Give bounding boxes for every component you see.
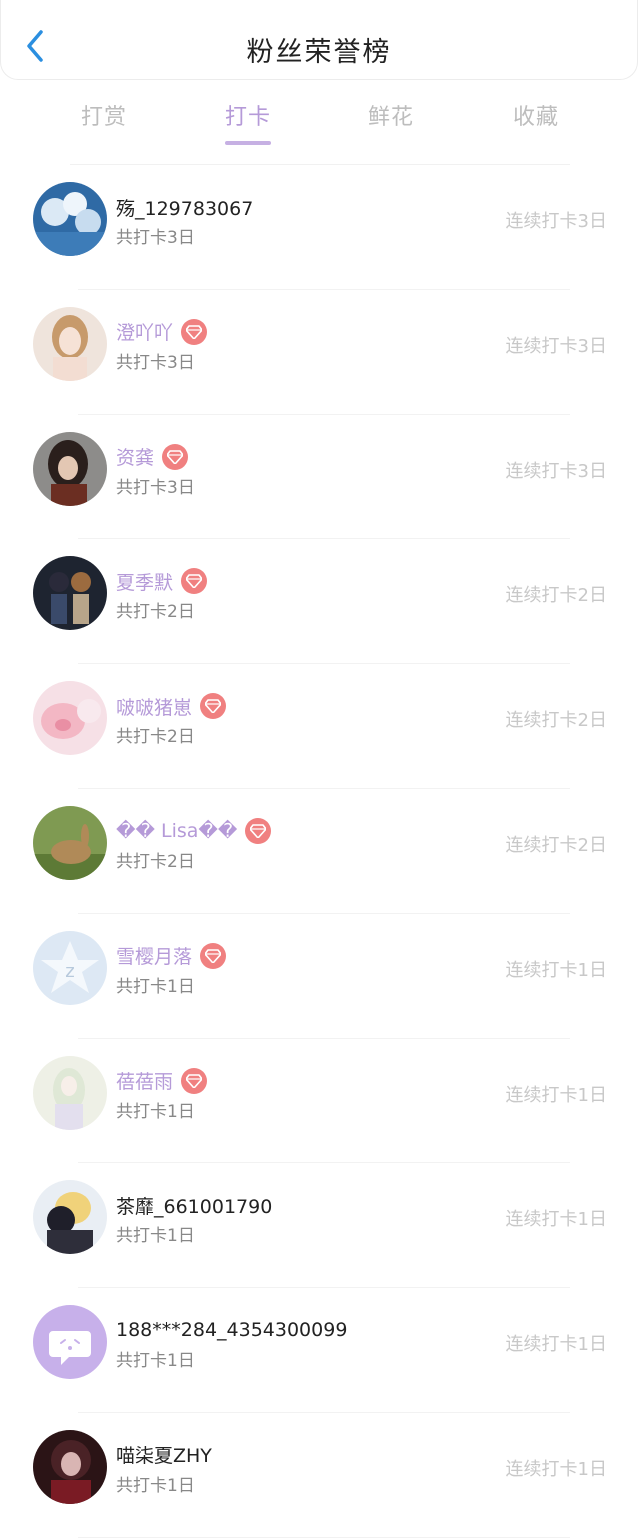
total-checkins: 共打卡3日 — [116, 477, 195, 498]
fan-name: 喵柒夏ZHY — [116, 1445, 212, 1468]
fan-name-line: 188***284_4354300099 — [116, 1316, 347, 1344]
avatar[interactable] — [33, 1055, 107, 1130]
tab-checkin[interactable]: 打卡 — [198, 99, 298, 145]
avatar[interactable] — [33, 805, 107, 880]
total-checkins: 共打卡1日 — [116, 1475, 195, 1496]
avatar-image — [33, 1429, 107, 1504]
fan-name-line: 夏季默 — [116, 567, 208, 595]
fan-row[interactable]: 188***284_4354300099 共打卡1日 连续打卡1日 — [0, 1288, 640, 1413]
total-checkins: 共打卡1日 — [116, 976, 195, 997]
streak-checkins: 连续打卡3日 — [505, 460, 607, 482]
fan-name: 啵啵猪崽 — [116, 696, 193, 719]
total-checkins: 共打卡2日 — [116, 602, 195, 623]
avatar-image: z — [33, 930, 107, 1005]
fan-name: 夏季默 — [116, 571, 174, 594]
total-checkins: 共打卡1日 — [116, 1101, 195, 1122]
avatar-image — [33, 1180, 107, 1255]
tab-reward-label: 打赏 — [80, 105, 127, 130]
streak-checkins: 连续打卡1日 — [505, 1084, 607, 1106]
header-bar: 粉丝荣誉榜 — [0, 0, 638, 80]
diamond-icon — [181, 568, 208, 595]
fan-name: 资龚 — [116, 447, 155, 470]
streak-checkins: 连续打卡2日 — [505, 710, 607, 732]
tab-flowers[interactable]: 鲜花 — [341, 99, 441, 131]
svg-text:z: z — [65, 961, 74, 982]
avatar-image — [33, 556, 107, 631]
avatar-image — [33, 1055, 107, 1130]
tab-active-underline — [225, 141, 271, 145]
streak-checkins: 连续打卡3日 — [505, 335, 607, 357]
fan-row[interactable]: z 雪樱月落共打卡1日 连续打卡1日 — [0, 914, 640, 1039]
diamond-icon — [162, 443, 189, 470]
avatar[interactable] — [33, 556, 107, 631]
total-checkins: 共打卡1日 — [116, 1351, 195, 1372]
fan-name-line: 资龚 — [116, 443, 189, 471]
avatar[interactable] — [33, 431, 107, 506]
avatar[interactable] — [33, 681, 107, 756]
diamond-icon — [200, 942, 227, 969]
diamond-icon — [181, 318, 208, 345]
diamond-icon — [245, 817, 272, 844]
avatar-image — [33, 1305, 107, 1380]
streak-checkins: 连续打卡3日 — [505, 211, 607, 232]
fan-name-line: 殇_129783067 — [116, 193, 253, 221]
fan-name: 茶靡_661001790 — [116, 1195, 273, 1218]
avatar[interactable] — [33, 182, 107, 256]
streak-checkins: 连续打卡1日 — [505, 1334, 607, 1356]
avatar-image — [33, 306, 107, 381]
streak-checkins: 连续打卡1日 — [505, 1209, 607, 1231]
fan-name-line: 澄吖吖 — [116, 318, 208, 346]
streak-checkins: 连续打卡1日 — [505, 1458, 607, 1480]
fan-name-line: 喵柒夏ZHY — [116, 1441, 212, 1469]
fan-row[interactable]: 澄吖吖共打卡3日 连续打卡3日 — [0, 290, 640, 415]
avatar[interactable] — [33, 1429, 107, 1504]
fan-row[interactable]: 蓓蓓雨共打卡1日 连续打卡1日 — [0, 1039, 640, 1164]
tab-reward[interactable]: 打赏 — [54, 99, 154, 131]
total-checkins: 共打卡2日 — [116, 851, 195, 872]
total-checkins: 共打卡3日 — [116, 352, 195, 373]
fan-name: 蓓蓓雨 — [116, 1071, 174, 1094]
fan-row[interactable]: 茶靡_661001790 共打卡1日 连续打卡1日 — [0, 1163, 640, 1289]
fan-list: 殇_129783067 共打卡3日 连续打卡3日 澄吖吖 共打卡3日 连续打卡3日 资龚 共打… — [0, 165, 640, 1538]
fan-name: 澄吖吖 — [116, 322, 174, 345]
diamond-icon — [200, 693, 227, 720]
fan-name-line: 蓓蓓雨 — [116, 1067, 208, 1095]
tab-bar: 打赏 打卡 鲜花 收藏 — [0, 95, 640, 151]
fan-name: 殇_129783067 — [116, 197, 254, 220]
tab-flowers-label: 鲜花 — [367, 105, 414, 130]
total-checkins: 共打卡3日 — [116, 228, 195, 248]
fan-name-line: 雪樱月落 — [116, 942, 227, 970]
fan-row[interactable]: 资龚共打卡3日 连续打卡3日 — [0, 415, 640, 540]
streak-checkins: 连续打卡2日 — [505, 834, 607, 856]
fan-row[interactable]: �� Lisa�� 共打卡2日 连续打卡2日 — [0, 789, 640, 914]
fan-name: 188***284_4354300099 — [116, 1319, 348, 1342]
tab-collect[interactable]: 收藏 — [486, 99, 586, 131]
avatar[interactable] — [33, 1180, 107, 1255]
avatar-image — [33, 805, 107, 880]
fan-name: �� Lisa�� — [116, 819, 238, 842]
avatar-image — [33, 431, 107, 506]
fan-row[interactable]: 喵柒夏ZHY 共打卡1日 连续打卡1日 — [0, 1413, 640, 1538]
fan-name-line: 啵啵猪崽 — [116, 692, 227, 720]
fan-row[interactable]: 啵啵猪崽共打卡2日 连续打卡2日 — [0, 664, 640, 789]
streak-checkins: 连续打卡1日 — [505, 959, 607, 981]
diamond-icon — [181, 1067, 208, 1094]
fan-row[interactable]: 殇_129783067 共打卡3日 连续打卡3日 — [0, 165, 640, 290]
tab-checkin-label: 打卡 — [224, 105, 271, 130]
fan-row[interactable]: 夏季默共打卡2日 连续打卡2日 — [0, 539, 640, 665]
total-checkins: 共打卡2日 — [116, 727, 195, 748]
fan-name-line: �� Lisa�� — [116, 817, 272, 845]
avatar-image — [33, 681, 107, 756]
avatar-image — [33, 182, 107, 256]
avatar[interactable] — [33, 306, 107, 381]
avatar[interactable]: z — [33, 930, 107, 1005]
total-checkins: 共打卡1日 — [116, 1226, 195, 1247]
fan-name-line: 茶靡_661001790 — [116, 1191, 272, 1219]
fan-name: 雪樱月落 — [116, 946, 193, 969]
streak-checkins: 连续打卡2日 — [505, 585, 607, 607]
page-title: 粉丝荣誉榜 — [246, 37, 392, 68]
tab-collect-label: 收藏 — [512, 105, 559, 130]
avatar[interactable] — [33, 1305, 107, 1380]
